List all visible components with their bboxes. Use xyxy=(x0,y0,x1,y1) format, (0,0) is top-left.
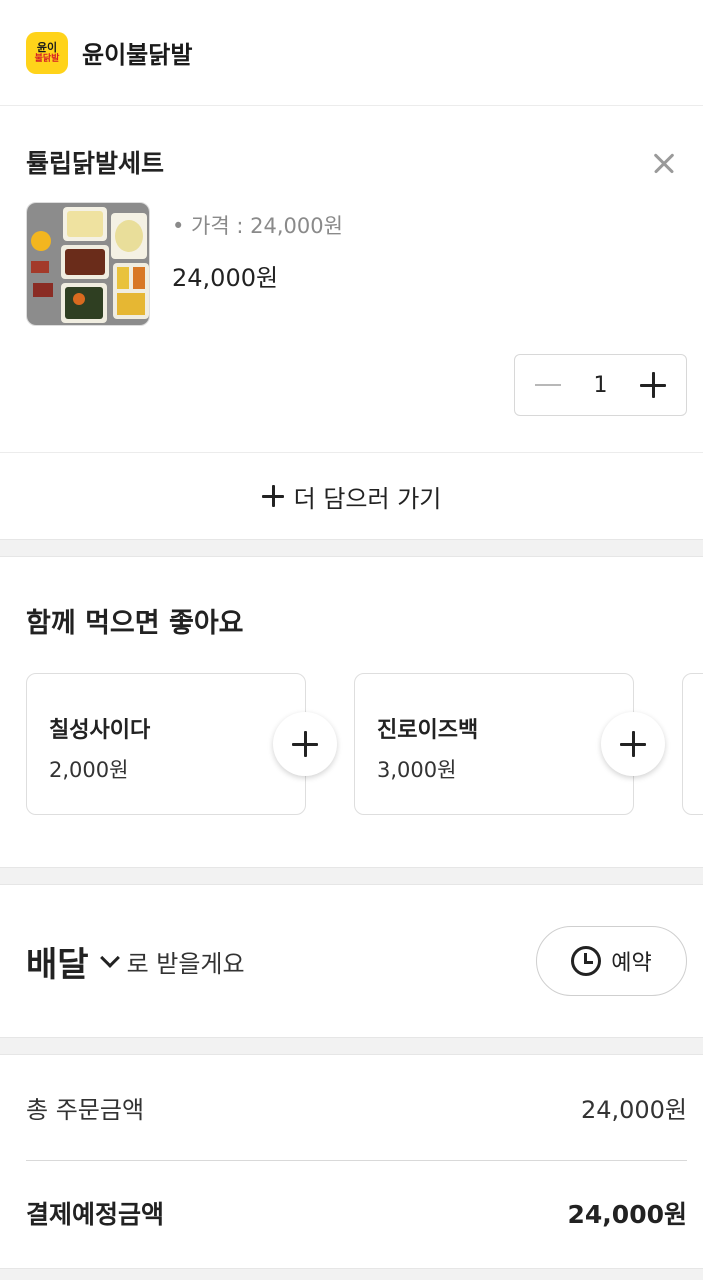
recommendation-card[interactable]: 진로이즈백 3,000원 xyxy=(354,673,665,815)
cart-item-image xyxy=(26,202,150,326)
section-divider xyxy=(0,539,703,557)
plus-icon xyxy=(292,731,318,757)
section-divider xyxy=(0,867,703,885)
add-more-button[interactable]: 더 담으러 가기 xyxy=(0,452,703,539)
minus-icon[interactable] xyxy=(535,384,561,386)
recommendation-name: 진로이즈백 xyxy=(377,718,479,743)
price-label: • 가격 : 24,000원 xyxy=(172,214,343,238)
total-order-row: 총 주문금액 24,000원 xyxy=(26,1055,687,1161)
total-order-value: 24,000원 xyxy=(580,1096,687,1124)
add-recommendation-button[interactable] xyxy=(601,712,665,776)
recommendation-card[interactable]: 칠성사이다 2,000원 xyxy=(26,673,337,815)
logo-line-2: 불닭발 xyxy=(34,53,60,64)
chevron-down-icon xyxy=(99,947,120,968)
payment-value: 24,000원 xyxy=(567,1200,687,1229)
plus-icon xyxy=(620,731,646,757)
delivery-type: 배달 xyxy=(26,945,89,985)
recommendation-section: 함께 먹으면 좋아요 칠성사이다 2,000원 진로이즈백 3,000원 xyxy=(0,557,703,867)
recommendation-name: 칠성사이다 xyxy=(49,718,151,743)
payment-row: 결제예정금액 24,000원 xyxy=(26,1161,687,1265)
section-divider xyxy=(0,1037,703,1055)
reserve-button[interactable]: 예약 xyxy=(536,926,687,996)
total-order-label: 총 주문금액 xyxy=(26,1096,145,1124)
store-name[interactable]: 윤이불닭발 xyxy=(82,35,192,70)
delivery-suffix: 로 받을게요 xyxy=(126,950,245,978)
add-recommendation-button[interactable] xyxy=(273,712,337,776)
logo-line-1: 윤이 xyxy=(36,40,58,54)
order-summary: 총 주문금액 24,000원 결제예정금액 24,000원 xyxy=(0,1055,703,1265)
delivery-section: 배달 로 받을게요 예약 xyxy=(0,885,703,1037)
app-header: 윤이 불닭발 윤이불닭발 xyxy=(0,0,703,106)
plus-icon[interactable] xyxy=(640,372,666,398)
store-logo: 윤이 불닭발 xyxy=(26,31,68,74)
quantity-value: 1 xyxy=(593,372,608,398)
clock-icon xyxy=(571,946,602,976)
section-divider xyxy=(0,1268,703,1280)
item-price: 24,000원 xyxy=(172,264,279,292)
plus-icon xyxy=(261,485,284,507)
recommendation-price: 2,000원 xyxy=(49,758,129,782)
add-more-label: 더 담으러 가기 xyxy=(293,484,442,513)
payment-label: 결제예정금액 xyxy=(26,1200,165,1229)
reserve-label: 예약 xyxy=(611,951,652,976)
cart-item: 튤립닭발세트 • 가격 : 24,000원 24,000원 1 xyxy=(0,106,703,452)
recommendation-title: 함께 먹으면 좋아요 xyxy=(26,608,244,639)
quantity-stepper: 1 xyxy=(514,354,687,416)
cart-item-name: 튤립닭발세트 xyxy=(26,149,165,178)
recommendation-price: 3,000원 xyxy=(377,758,457,782)
remove-item-close-icon[interactable] xyxy=(647,146,681,180)
recommendation-card-partial[interactable] xyxy=(682,673,703,815)
delivery-type-selector[interactable]: 배달 로 받을게요 xyxy=(26,937,245,986)
